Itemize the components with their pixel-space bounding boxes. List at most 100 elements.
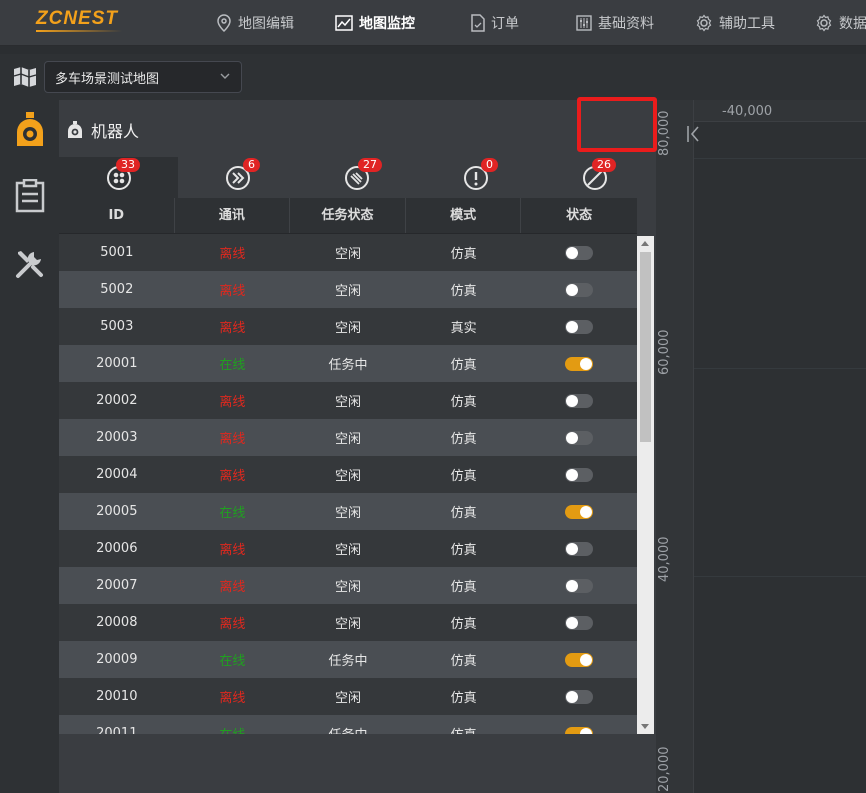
column-header-comm[interactable]: 通讯 [175, 198, 291, 233]
table-row[interactable]: 5002 离线 空闲 仿真 [59, 271, 637, 308]
gear-icon [696, 14, 712, 32]
status-toggle[interactable] [565, 319, 594, 334]
cell-task: 空闲 [334, 247, 361, 262]
cell-status [521, 467, 637, 482]
cell-comm: 离线 [219, 432, 246, 447]
table-row[interactable]: 20002 离线 空闲 仿真 [59, 382, 637, 419]
scroll-down-arrow-icon[interactable] [641, 724, 649, 729]
cell-id: 20009 [96, 652, 138, 667]
cell-task: 空闲 [334, 506, 361, 521]
table-row[interactable]: 20004 离线 空闲 仿真 [59, 456, 637, 493]
cell-task: 空闲 [334, 617, 361, 632]
nav-orders[interactable]: 订单 [471, 12, 519, 34]
table-row[interactable]: 5001 离线 空闲 仿真 [59, 234, 637, 271]
tab-charging[interactable]: 27 [297, 157, 416, 198]
sidebar-item-robot[interactable] [0, 100, 59, 160]
status-toggle[interactable] [565, 245, 594, 260]
cell-id: 20005 [96, 504, 138, 519]
toggle-knob [566, 246, 579, 259]
cell-mode: 仿真 [450, 284, 477, 299]
cell-task: 空闲 [334, 691, 361, 706]
toggle-knob [580, 653, 593, 666]
nav-map-monitor[interactable]: 地图监控 [335, 12, 415, 34]
count-badge: 33 [116, 158, 140, 172]
cell-mode: 仿真 [450, 432, 477, 447]
status-toggle[interactable] [565, 541, 594, 556]
cell-id: 20006 [96, 541, 138, 556]
cell-status [521, 282, 637, 297]
cell-mode: 仿真 [450, 543, 477, 558]
cell-id: 20001 [96, 356, 138, 371]
nav-basic-data[interactable]: 基础资料 [576, 12, 654, 34]
cell-id: 5002 [100, 282, 134, 297]
column-header-status[interactable]: 状态 [521, 198, 637, 233]
cell-task: 空闲 [334, 469, 361, 484]
tab-moving[interactable]: 6 [178, 157, 297, 198]
toggle-knob [566, 394, 579, 407]
cell-comm: 在线 [219, 506, 246, 521]
status-toggle[interactable] [565, 615, 594, 630]
table-row[interactable]: 20001 在线 任务中 仿真 [59, 345, 637, 382]
sidebar-item-tools[interactable] [0, 234, 59, 294]
nav-aux-tools[interactable]: 辅助工具 [695, 12, 775, 34]
scroll-thumb[interactable] [640, 252, 651, 442]
nav-data[interactable]: 数据 [815, 12, 866, 34]
status-toggle[interactable] [565, 356, 594, 371]
cell-comm: 离线 [219, 691, 246, 706]
cell-task: 空闲 [334, 284, 361, 299]
nav-map-edit[interactable]: 地图编辑 [216, 12, 294, 34]
status-toggle[interactable] [565, 430, 594, 445]
nav-label: 订单 [491, 16, 519, 32]
map-pin-icon [217, 14, 231, 32]
nav-label: 数据 [839, 16, 866, 32]
status-toggle[interactable] [565, 282, 594, 297]
status-toggle[interactable] [565, 467, 594, 482]
map-canvas[interactable]: -40,000 80,000 60,000 40,000 20,000 [656, 100, 866, 793]
status-toggle[interactable] [565, 578, 594, 593]
map-selector-value: 多车场景测试地图 [55, 71, 160, 87]
map-layers-icon[interactable] [13, 66, 37, 88]
table-row[interactable]: 20006 离线 空闲 仿真 [59, 530, 637, 567]
tab-disabled[interactable]: 26 [535, 157, 654, 198]
scroll-up-arrow-icon[interactable] [641, 241, 649, 246]
ruler-label-x: -40,000 [722, 104, 773, 119]
status-toggle[interactable] [565, 504, 594, 519]
status-toggle[interactable] [565, 652, 594, 667]
cell-task: 空闲 [334, 580, 361, 595]
cell-task: 空闲 [334, 432, 361, 447]
tab-alerts[interactable]: 0 [416, 157, 535, 198]
table-row[interactable]: 20003 离线 空闲 仿真 [59, 419, 637, 456]
table-scrollbar[interactable] [637, 236, 654, 734]
cell-mode: 仿真 [450, 617, 477, 632]
status-toggle[interactable] [565, 393, 594, 408]
highlight-box [577, 97, 657, 152]
cell-task: 空闲 [334, 543, 361, 558]
table-row[interactable]: 5003 离线 空闲 真实 [59, 308, 637, 345]
column-header-mode[interactable]: 模式 [406, 198, 522, 233]
grid-line [694, 576, 866, 577]
app-logo[interactable]: ZCNEST [36, 8, 118, 30]
table-row[interactable]: 20007 离线 空闲 仿真 [59, 567, 637, 604]
chevron-down-icon [220, 73, 230, 79]
collapse-panel-icon[interactable] [686, 124, 700, 150]
robot-icon [68, 121, 82, 138]
sidebar-item-tasks[interactable] [0, 166, 59, 226]
robot-icon [16, 112, 43, 146]
table-row[interactable]: 20009 在线 任务中 仿真 [59, 641, 637, 678]
cell-id: 20003 [96, 430, 138, 445]
cell-comm: 离线 [219, 580, 246, 595]
table-body: 5001 离线 空闲 仿真 5002 离线 空闲 仿真 5003 离线 空闲 真实 20001 在线 任务中… [59, 234, 637, 752]
tab-all-robots[interactable]: 33 [59, 157, 178, 198]
cell-status [521, 578, 637, 593]
column-header-task[interactable]: 任务状态 [290, 198, 406, 233]
status-toggle[interactable] [565, 689, 594, 704]
document-icon [471, 14, 485, 32]
count-badge: 0 [481, 158, 498, 172]
column-header-id[interactable]: ID [59, 198, 175, 233]
table-row[interactable]: 20005 在线 空闲 仿真 [59, 493, 637, 530]
grid-line [694, 158, 866, 159]
table-row[interactable]: 20010 离线 空闲 仿真 [59, 678, 637, 715]
nav-label: 辅助工具 [719, 16, 775, 32]
table-row[interactable]: 20008 离线 空闲 仿真 [59, 604, 637, 641]
map-selector[interactable]: 多车场景测试地图 [44, 61, 242, 93]
